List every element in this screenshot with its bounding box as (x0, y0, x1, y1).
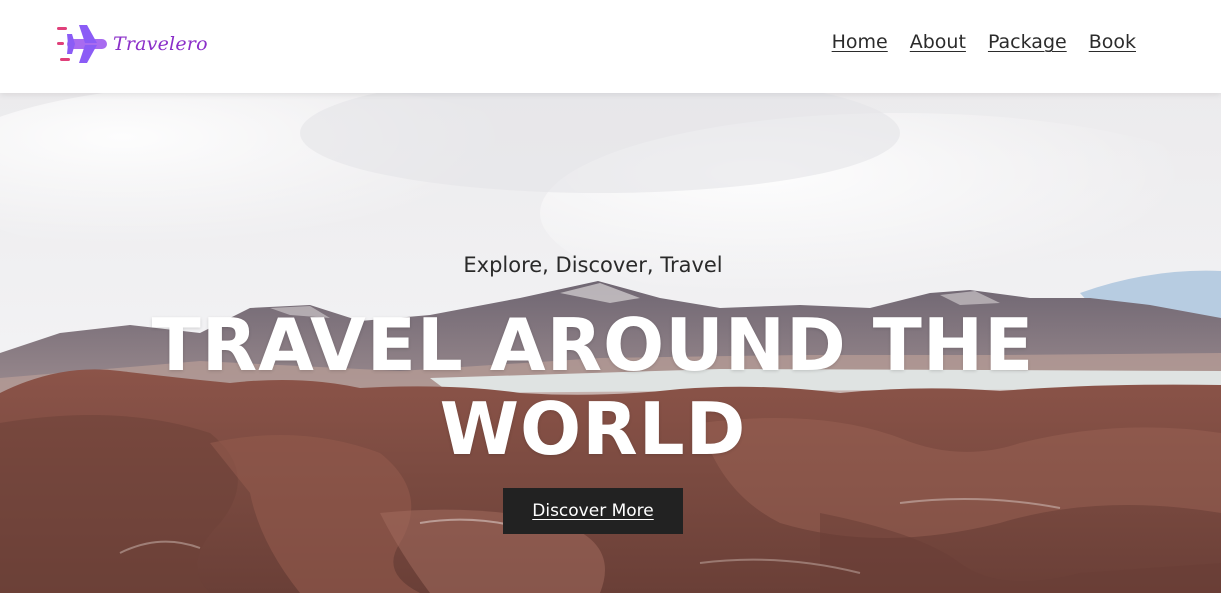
nav-package-link[interactable]: Package (988, 31, 1067, 53)
hero-title: TRAVEL AROUND THE WORLD (151, 303, 1035, 471)
nav-book-link[interactable]: Book (1089, 31, 1136, 53)
airplane-icon (55, 22, 109, 66)
site-header: Travelero Home About Package Book (0, 0, 1221, 93)
logo[interactable]: Travelero (55, 20, 208, 68)
hero-section: Explore, Discover, Travel TRAVEL AROUND … (0, 93, 1221, 593)
main-nav: Home About Package Book (832, 31, 1136, 53)
hero-content: Explore, Discover, Travel TRAVEL AROUND … (0, 93, 1221, 593)
nav-about-link[interactable]: About (910, 31, 966, 53)
brand-name: Travelero (113, 33, 208, 55)
discover-more-button[interactable]: Discover More (503, 488, 683, 534)
nav-home-link[interactable]: Home (832, 31, 888, 53)
hero-subtitle: Explore, Discover, Travel (463, 253, 723, 277)
